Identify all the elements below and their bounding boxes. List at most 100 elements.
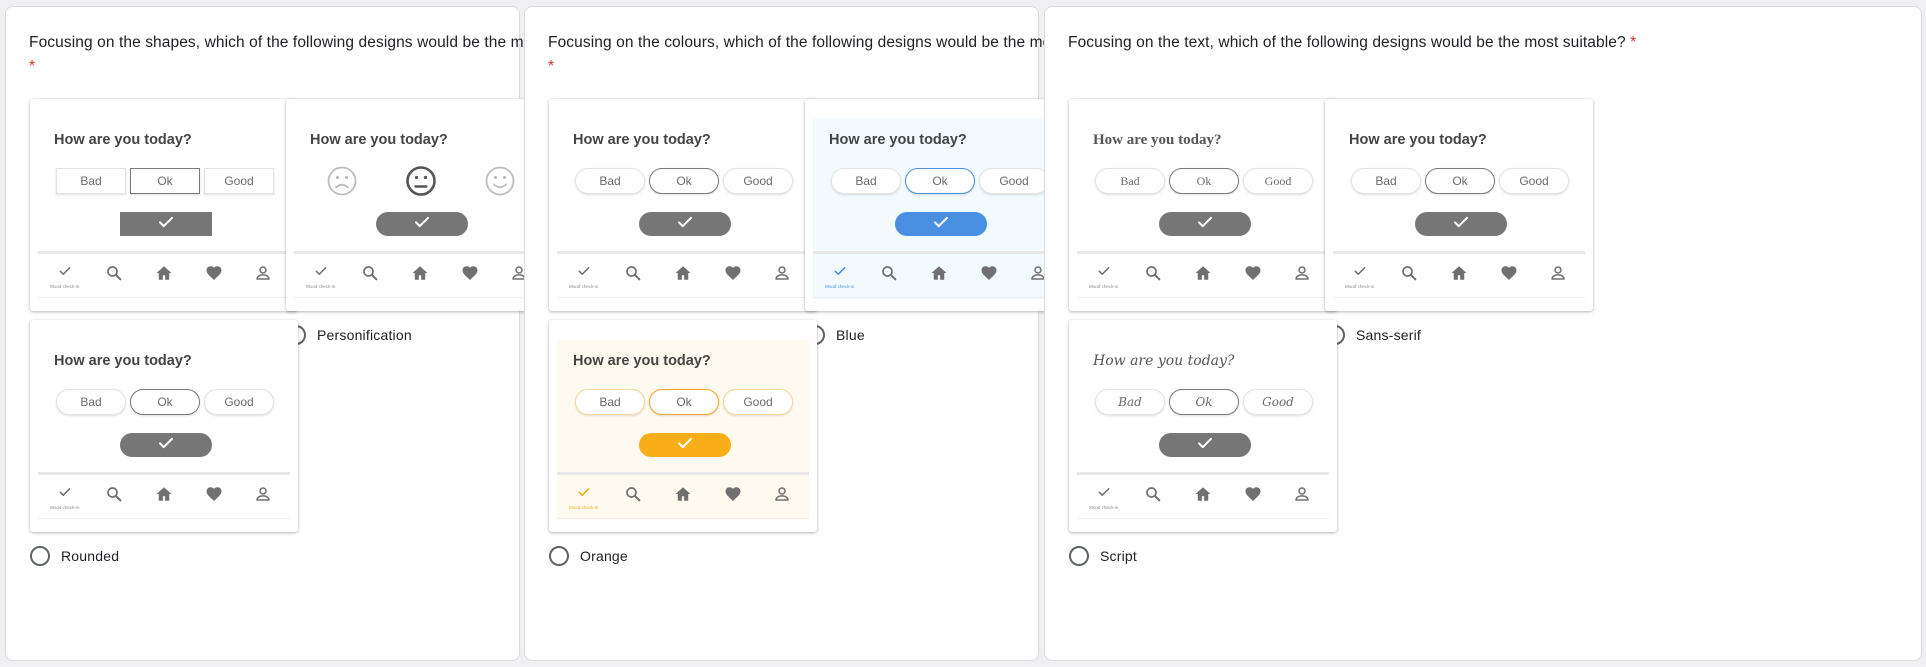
design-mockup[interactable]: How are you today? Bad Ok Good Mood check-in xyxy=(1069,99,1337,311)
nav-item-label: Mood check-in xyxy=(1089,284,1119,289)
nav-item xyxy=(977,264,1001,287)
nav-bottom-line xyxy=(38,518,290,519)
search-icon xyxy=(1400,264,1418,287)
nav-item xyxy=(1141,264,1165,287)
nav-item xyxy=(1290,485,1314,508)
radio-option[interactable]: Orange xyxy=(549,545,628,567)
heart-icon xyxy=(980,264,998,287)
nav-bottom-line xyxy=(294,297,546,298)
nav-item xyxy=(152,264,176,287)
mood-button-good: Good xyxy=(204,389,274,415)
check-icon xyxy=(1097,264,1111,283)
mockup-question: How are you today? xyxy=(54,132,192,148)
radio-button[interactable] xyxy=(1069,546,1089,566)
design-mockup[interactable]: How are you today? Bad Ok Good Mood check-in xyxy=(805,99,1073,311)
nav-item xyxy=(1191,264,1215,287)
question-text: Focusing on the text, which of the follo… xyxy=(1068,34,1631,51)
design-mockup[interactable]: How are you today? Mood check-in xyxy=(286,99,554,311)
required-asterisk: * xyxy=(1630,34,1637,51)
design-mockup[interactable]: How are you today? Bad Ok Good Mood check-in xyxy=(549,99,817,311)
nav-item xyxy=(671,264,695,287)
check-icon xyxy=(1452,213,1470,236)
nav-divider xyxy=(294,251,546,254)
nav-item xyxy=(877,264,901,287)
nav-item: Mood check-in xyxy=(569,264,598,289)
required-asterisk: * xyxy=(548,58,555,75)
radio-label[interactable]: Personification xyxy=(317,327,412,343)
mood-button-bad: Bad xyxy=(1351,168,1421,194)
nav-divider xyxy=(1077,251,1329,254)
bottom-nav: Mood check-in xyxy=(296,259,544,293)
user-icon xyxy=(773,485,791,508)
radio-label[interactable]: Rounded xyxy=(61,548,119,564)
nav-item xyxy=(1241,485,1265,508)
user-icon xyxy=(1293,485,1311,508)
mockup-question: How are you today? xyxy=(1349,132,1487,148)
check-icon xyxy=(58,485,72,504)
nav-item-label: Mood check-in xyxy=(50,284,80,289)
search-icon xyxy=(1144,264,1162,287)
radio-label[interactable]: Script xyxy=(1100,548,1137,564)
nav-divider xyxy=(813,251,1065,254)
radio-option[interactable]: Rounded xyxy=(30,545,119,567)
nav-item xyxy=(927,264,951,287)
home-icon xyxy=(930,264,948,287)
user-icon xyxy=(1293,264,1311,287)
nav-item: Mood check-in xyxy=(569,485,598,510)
nav-bottom-line xyxy=(557,297,809,298)
nav-item xyxy=(1290,264,1314,287)
mood-button-good: Good xyxy=(979,168,1049,194)
mockup-question: How are you today? xyxy=(573,132,711,148)
radio-button[interactable] xyxy=(30,546,50,566)
mood-button-ok: Ok xyxy=(649,389,719,415)
nav-item xyxy=(770,485,794,508)
heart-icon xyxy=(724,485,742,508)
confirm-button xyxy=(1415,212,1507,236)
mood-button-good: Good xyxy=(1243,168,1313,194)
question-card: Focusing on the colours, which of the fo… xyxy=(524,6,1131,661)
confirm-button xyxy=(120,212,212,236)
heart-icon xyxy=(1244,264,1262,287)
design-mockup[interactable]: How are you today? Bad Ok Good Mood check-in xyxy=(1325,99,1593,311)
mood-button-ok: Ok xyxy=(905,168,975,194)
radio-label[interactable]: Orange xyxy=(580,548,628,564)
nav-item xyxy=(102,264,126,287)
radio-option[interactable]: Sans-serif xyxy=(1325,324,1421,346)
nav-item xyxy=(1241,264,1265,287)
radio-button[interactable] xyxy=(549,546,569,566)
nav-item xyxy=(1546,264,1570,287)
required-asterisk: * xyxy=(29,58,36,75)
radio-label[interactable]: Blue xyxy=(836,327,865,343)
radio-option[interactable]: Personification xyxy=(286,324,412,346)
question-card: Focusing on the text, which of the follo… xyxy=(1044,6,1922,661)
nav-item xyxy=(671,485,695,508)
design-mockup[interactable]: How are you today? Bad Ok Good Mood check-in xyxy=(1069,320,1337,532)
confirm-button xyxy=(639,212,731,236)
radio-label[interactable]: Sans-serif xyxy=(1356,327,1421,343)
confirm-button xyxy=(639,433,731,457)
home-icon xyxy=(1194,485,1212,508)
search-icon xyxy=(105,264,123,287)
search-icon xyxy=(361,264,379,287)
home-icon xyxy=(1194,264,1212,287)
nav-divider xyxy=(1333,251,1585,254)
nav-bottom-line xyxy=(1077,518,1329,519)
confirm-button xyxy=(1159,433,1251,457)
question-title: Focusing on the text, which of the follo… xyxy=(1068,31,1658,55)
mood-button-ok: Ok xyxy=(1425,168,1495,194)
heart-icon xyxy=(1244,485,1262,508)
design-mockup[interactable]: How are you today? Bad Ok Good Mood check-in xyxy=(30,320,298,532)
check-icon xyxy=(676,434,694,457)
nav-divider xyxy=(38,251,290,254)
nav-bottom-line xyxy=(1333,297,1585,298)
nav-item xyxy=(1191,485,1215,508)
bottom-nav: Mood check-in xyxy=(40,259,288,293)
design-mockup[interactable]: How are you today? Bad Ok Good Mood check-in xyxy=(30,99,298,311)
nav-item xyxy=(408,264,432,287)
radio-option[interactable]: Script xyxy=(1069,545,1137,567)
design-mockup[interactable]: How are you today? Bad Ok Good Mood check-in xyxy=(549,320,817,532)
confirm-button xyxy=(1159,212,1251,236)
home-icon xyxy=(1450,264,1468,287)
heart-icon xyxy=(205,264,223,287)
nav-divider xyxy=(1077,472,1329,475)
